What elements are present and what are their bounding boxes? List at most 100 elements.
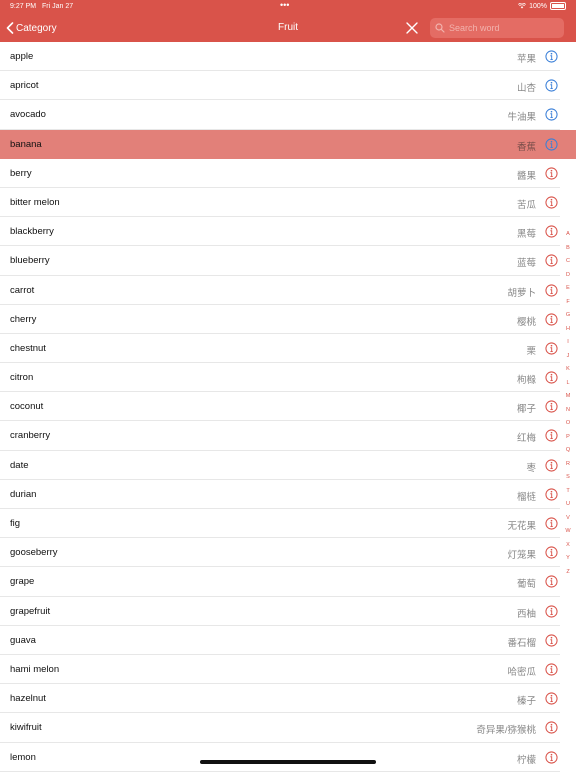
index-letter[interactable]: D [563,269,573,283]
index-letter[interactable]: T [563,485,573,499]
info-icon[interactable] [545,750,558,764]
index-letter[interactable]: U [563,498,573,512]
list-item[interactable]: grapefruit 西柚 [0,597,560,626]
list-item[interactable]: cherry 樱桃 [0,305,560,334]
list-item[interactable]: fig 无花果 [0,509,560,539]
status-time: 9:27 PM [10,3,37,10]
info-icon[interactable] [545,604,558,618]
close-icon[interactable] [405,21,419,35]
info-icon[interactable] [545,692,558,705]
nav-bar: 9:27 PM Fri Jan 27 ••• 100% Category Fru… [0,0,576,42]
index-letter[interactable]: F [563,296,573,310]
info-icon[interactable] [545,50,558,63]
word-english: durian [10,488,37,500]
info-icon[interactable] [545,663,558,676]
info-icon[interactable] [545,371,558,384]
index-letter[interactable]: X [563,539,573,553]
list-item[interactable]: avocado 牛油果 [0,100,560,130]
list-item[interactable]: chestnut 栗 [0,334,560,364]
list-item[interactable]: citron 枸橼 [0,363,560,393]
index-letter[interactable]: V [563,512,573,526]
word-english: fig [10,518,21,529]
home-indicator[interactable] [200,760,376,764]
list-item[interactable]: banana 香蕉 [0,129,576,159]
word-english: grape [10,576,35,588]
index-letter[interactable]: O [563,417,573,431]
info-icon[interactable] [545,196,558,209]
back-button[interactable]: Category [6,20,57,36]
list-item[interactable]: blueberry 蓝莓 [0,246,560,276]
word-chinese: 醬果 [516,170,536,182]
list-item[interactable]: carrot 胡萝卜 [0,276,560,305]
word-chinese: 柠檬 [516,754,536,766]
word-chinese: 苹果 [516,54,536,65]
index-letter[interactable]: Q [563,444,573,458]
info-icon[interactable] [545,167,558,180]
search-field[interactable] [430,18,564,38]
info-icon[interactable] [545,488,558,501]
index-letter[interactable]: N [563,404,573,418]
info-icon[interactable] [545,459,558,472]
index-letter[interactable]: A [563,228,573,242]
info-icon[interactable] [545,546,558,559]
index-letter[interactable]: P [563,431,573,445]
list-item[interactable]: apple 苹果 [0,42,560,72]
list-item[interactable]: kiwifruit 奇异果/猕猴桃 [0,713,560,743]
info-icon[interactable] [545,517,558,530]
index-letter[interactable]: J [563,350,573,364]
info-icon[interactable] [545,575,558,588]
index-letter[interactable]: L [563,377,573,391]
search-icon [435,23,445,33]
index-letter[interactable]: C [563,255,573,269]
info-icon[interactable] [545,400,558,413]
info-icon[interactable] [545,108,558,121]
info-icon[interactable] [545,342,558,355]
index-letter[interactable]: I [563,336,573,350]
search-input[interactable] [447,22,561,34]
list-item[interactable]: apricot 山杏 [0,71,560,101]
index-letter[interactable]: R [563,458,573,472]
index-letter[interactable]: E [563,282,573,296]
list-item[interactable]: gooseberry 灯笼果 [0,538,560,568]
info-icon[interactable] [545,79,558,92]
info-icon[interactable] [545,137,558,151]
word-list: apple 苹果 apricot 山杏 avocado 牛油果 banana 香蕉 berry 醬… [0,42,576,772]
battery-percent: 100% [529,2,547,10]
info-icon[interactable] [545,634,558,647]
index-letter[interactable]: B [563,242,573,256]
list-item[interactable]: coconut 椰子 [0,392,560,422]
index-letter[interactable]: M [563,390,573,404]
index-letter[interactable]: Z [563,566,573,580]
info-icon[interactable] [545,429,558,443]
list-item[interactable]: blackberry 黑莓 [0,217,560,247]
info-icon[interactable] [545,254,558,267]
multitasking-dots-icon[interactable]: ••• [280,0,289,10]
list-item[interactable]: guava 番石榴 [0,626,560,655]
word-english: apricot [10,80,39,92]
info-icon[interactable] [545,225,558,238]
list-item[interactable]: hami melon 哈密瓜 [0,655,560,685]
info-icon[interactable] [545,283,558,297]
index-letter[interactable]: G [563,309,573,323]
list-item[interactable]: hazelnut 榛子 [0,684,560,714]
list-item[interactable]: durian 榴梿 [0,480,560,509]
word-chinese: 枣 [526,462,536,474]
list-item[interactable]: date 枣 [0,451,560,480]
info-icon[interactable] [545,721,558,734]
status-indicators: 100% [518,2,566,10]
index-letter[interactable]: W [563,525,573,539]
list-item[interactable]: lemon 柠檬 [0,743,560,772]
index-letter[interactable]: S [563,471,573,485]
word-english: cherry [10,313,37,325]
list-item[interactable]: bitter melon 苦瓜 [0,188,560,218]
list-item[interactable]: cranberry 红梅 [0,421,560,451]
word-chinese: 山杏 [516,83,536,95]
word-chinese: 灯笼果 [507,550,536,562]
list-item[interactable]: grape 葡萄 [0,567,560,597]
info-icon[interactable] [545,313,558,326]
word-chinese: 牛油果 [507,112,536,124]
index-letter[interactable]: H [563,323,573,337]
index-letter[interactable]: K [563,363,573,377]
index-letter[interactable]: Y [563,552,573,566]
list-item[interactable]: berry 醬果 [0,159,560,188]
